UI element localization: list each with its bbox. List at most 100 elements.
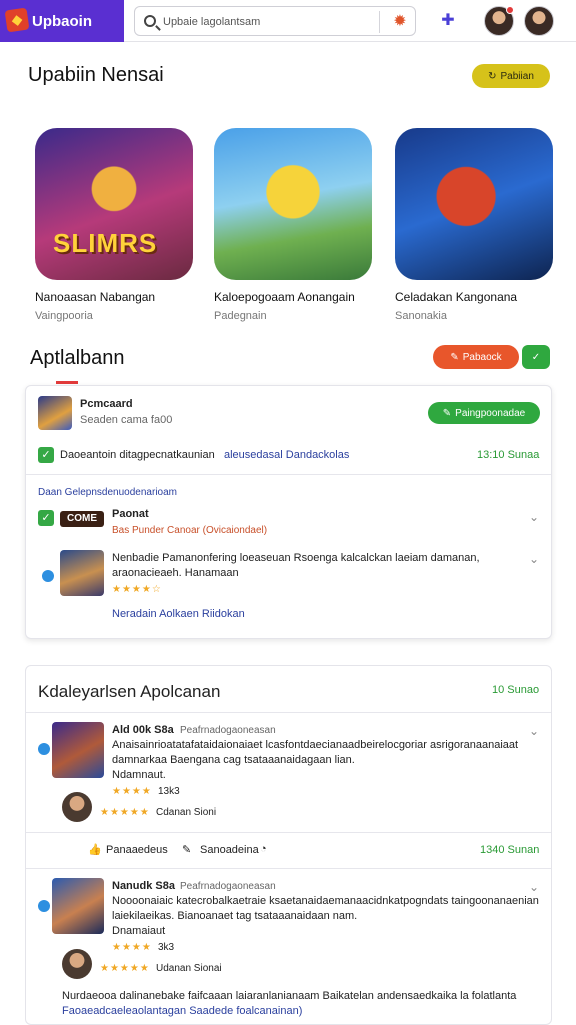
reviews-title: Kdaleyarlsen Apolcanan (38, 682, 221, 701)
apps-panel: Pcmcaard Seaden cama fa00 ✎ Paingpoonada… (25, 385, 552, 639)
reviews-count: 10 Sunao (492, 684, 540, 696)
like-icon[interactable]: 👍 (88, 843, 102, 856)
status-dot (42, 570, 54, 582)
divider (26, 868, 551, 869)
check-icon[interactable]: ✓ (38, 510, 54, 526)
game-card[interactable]: Celadakan Kangonana Sanonakia (395, 128, 555, 322)
logo[interactable]: ◆ Upbaoin (0, 0, 124, 42)
review-tag: Peafrnadogaoneasan (180, 881, 276, 892)
notification-dot (506, 6, 514, 14)
install-label: Paingpoonadae (455, 407, 526, 419)
game-name: Kaloepogoaam Aonangain (214, 290, 355, 304)
tool-icon[interactable]: ✎ (182, 843, 191, 856)
pen-icon: ✎ (450, 351, 459, 363)
refresh-icon: ↻ (488, 70, 497, 82)
item-text: araonacieaeh. Hanamaan (112, 567, 239, 579)
bottom-text: Nurdaeooa dalinanebake faifcaaan laiaran… (62, 990, 517, 1002)
confirm-button[interactable]: ✓ (522, 345, 550, 369)
featured-title: Upabiin Nensai (28, 64, 164, 86)
game-art: SLIMRS (35, 128, 193, 280)
review-thumbnail (52, 722, 104, 778)
search-bar[interactable]: ✹ (134, 6, 416, 36)
verified-time: 13:10 Sunaa (477, 449, 540, 461)
chevron-down-icon[interactable]: ⌄ (529, 510, 539, 524)
review-text: Dnamaiaut (112, 925, 166, 937)
game-art (395, 128, 553, 280)
item-text: Nenbadie Pamanonfering loeaseuan Rsoenga… (112, 552, 480, 564)
item-link[interactable]: Neradain Aolkaen Riidokan (112, 608, 245, 620)
reviewer-stars: ★★★★★ (100, 963, 150, 974)
reviewer-name: Cdanan Sioni (156, 807, 217, 818)
game-name: Nanoaasan Nabangan (35, 290, 156, 304)
footer-mid[interactable]: Sanoadeina (200, 844, 259, 856)
reviewer-name: Udanan Sionai (156, 963, 222, 974)
review-thumbnail (52, 878, 104, 934)
game-subtitle: Padegnain (214, 310, 267, 322)
status-dot (38, 900, 50, 912)
review-text: damnarkaa Baengana cag tsataaanaidagaan … (112, 754, 355, 766)
footer-time: 1340 Sunan (480, 844, 540, 856)
game-card[interactable]: Kaloepogoaam Aonangain Padegnain (214, 128, 374, 322)
reviewer-avatar[interactable] (62, 949, 92, 979)
avatar[interactable] (484, 6, 514, 36)
tab-underline (56, 381, 78, 384)
review-text: Anaisainrioatatafataidaionaiaet lcasfont… (112, 739, 519, 751)
review-text: laiekilaeikas. Bianoanaet tag tsataaanai… (112, 910, 358, 922)
app-name: Pcmcaard (80, 398, 133, 410)
rating-value: 13k3 (158, 786, 180, 797)
check-icon[interactable]: ✓ (38, 447, 54, 463)
game-banner-text: SLIMRS (53, 228, 158, 258)
app-thumbnail (38, 396, 72, 430)
item-subtitle: Bas Punder Canoar (Ovicaiondael) (112, 525, 268, 536)
featured-action-button[interactable]: ↻ Pabiian (472, 64, 550, 88)
rating-stars: ★★★★☆ (112, 584, 162, 595)
logo-icon: ◆ (4, 7, 30, 33)
puzzle-icon[interactable]: ✚ (436, 9, 460, 33)
footer-left[interactable]: Panaaedeus (106, 844, 168, 856)
install-button[interactable]: ✎ Paingpoonadae (428, 402, 540, 424)
divider (26, 832, 551, 833)
apps-action-button[interactable]: ✎ Pabaock (433, 345, 519, 369)
search-input[interactable] (163, 11, 373, 33)
review-tag: Peafrnadogaoneasan (180, 725, 276, 736)
rating-stars: ★★★★ (112, 942, 152, 953)
gear-icon[interactable]: ✹ (389, 11, 411, 33)
game-art (214, 128, 372, 280)
chevron-down-icon[interactable]: ⌄ (529, 724, 539, 738)
section-link[interactable]: Daan Gelepnsdenuodenarioam (38, 487, 177, 498)
top-bar: ◆ Upbaoin ✹ ✚ (0, 0, 576, 42)
game-card[interactable]: SLIMRS Nanoaasan Nabangan Vaingpooria (35, 128, 195, 322)
verified-text: Daoeantoin ditagpecnatkaunian (60, 449, 215, 461)
bottom-link[interactable]: Faoaeadcaeleaolantagan Saadede foalcanai… (62, 1005, 302, 1017)
apps-title: Aptlalbann (30, 347, 125, 369)
clock-icon: ◔ (260, 843, 267, 855)
wrench-icon: ✎ (442, 407, 452, 419)
game-name: Celadakan Kangonana (395, 290, 518, 304)
review-name: Ald 00k S8a (112, 724, 174, 736)
rating-stars: ★★★★ (112, 786, 152, 797)
apps-action-label: Pabaock (462, 351, 502, 363)
avatar-secondary[interactable] (524, 6, 554, 36)
game-subtitle: Vaingpooria (35, 310, 93, 322)
chevron-down-icon[interactable]: ⌄ (529, 552, 539, 566)
item-title: Paonat (112, 508, 149, 520)
app-subtitle: Seaden cama fa00 (80, 414, 173, 426)
review-text: Noooonaiaic katecrobalkaetraie ksaetanai… (112, 895, 539, 907)
rating-value: 3k3 (158, 942, 175, 953)
verified-link[interactable]: aleusedasal Dandackolas (224, 449, 349, 461)
review-text: Ndamnaut. (112, 769, 166, 781)
game-tag: COME (60, 511, 104, 527)
divider (26, 474, 551, 475)
check-icon: ✓ (531, 351, 541, 363)
featured-action-label: Pabiian (500, 70, 534, 82)
chevron-down-icon[interactable]: ⌄ (529, 880, 539, 894)
status-dot (38, 743, 50, 755)
reviewer-avatar[interactable] (62, 792, 92, 822)
logo-text: Upbaoin (32, 12, 92, 30)
divider (26, 712, 551, 713)
search-divider (379, 11, 380, 33)
item-thumbnail (60, 550, 104, 596)
reviewer-stars: ★★★★★ (100, 807, 150, 818)
game-subtitle: Sanonakia (395, 310, 447, 322)
reviews-panel: Kdaleyarlsen Apolcanan 10 Sunao Ald 00k … (25, 665, 552, 1025)
